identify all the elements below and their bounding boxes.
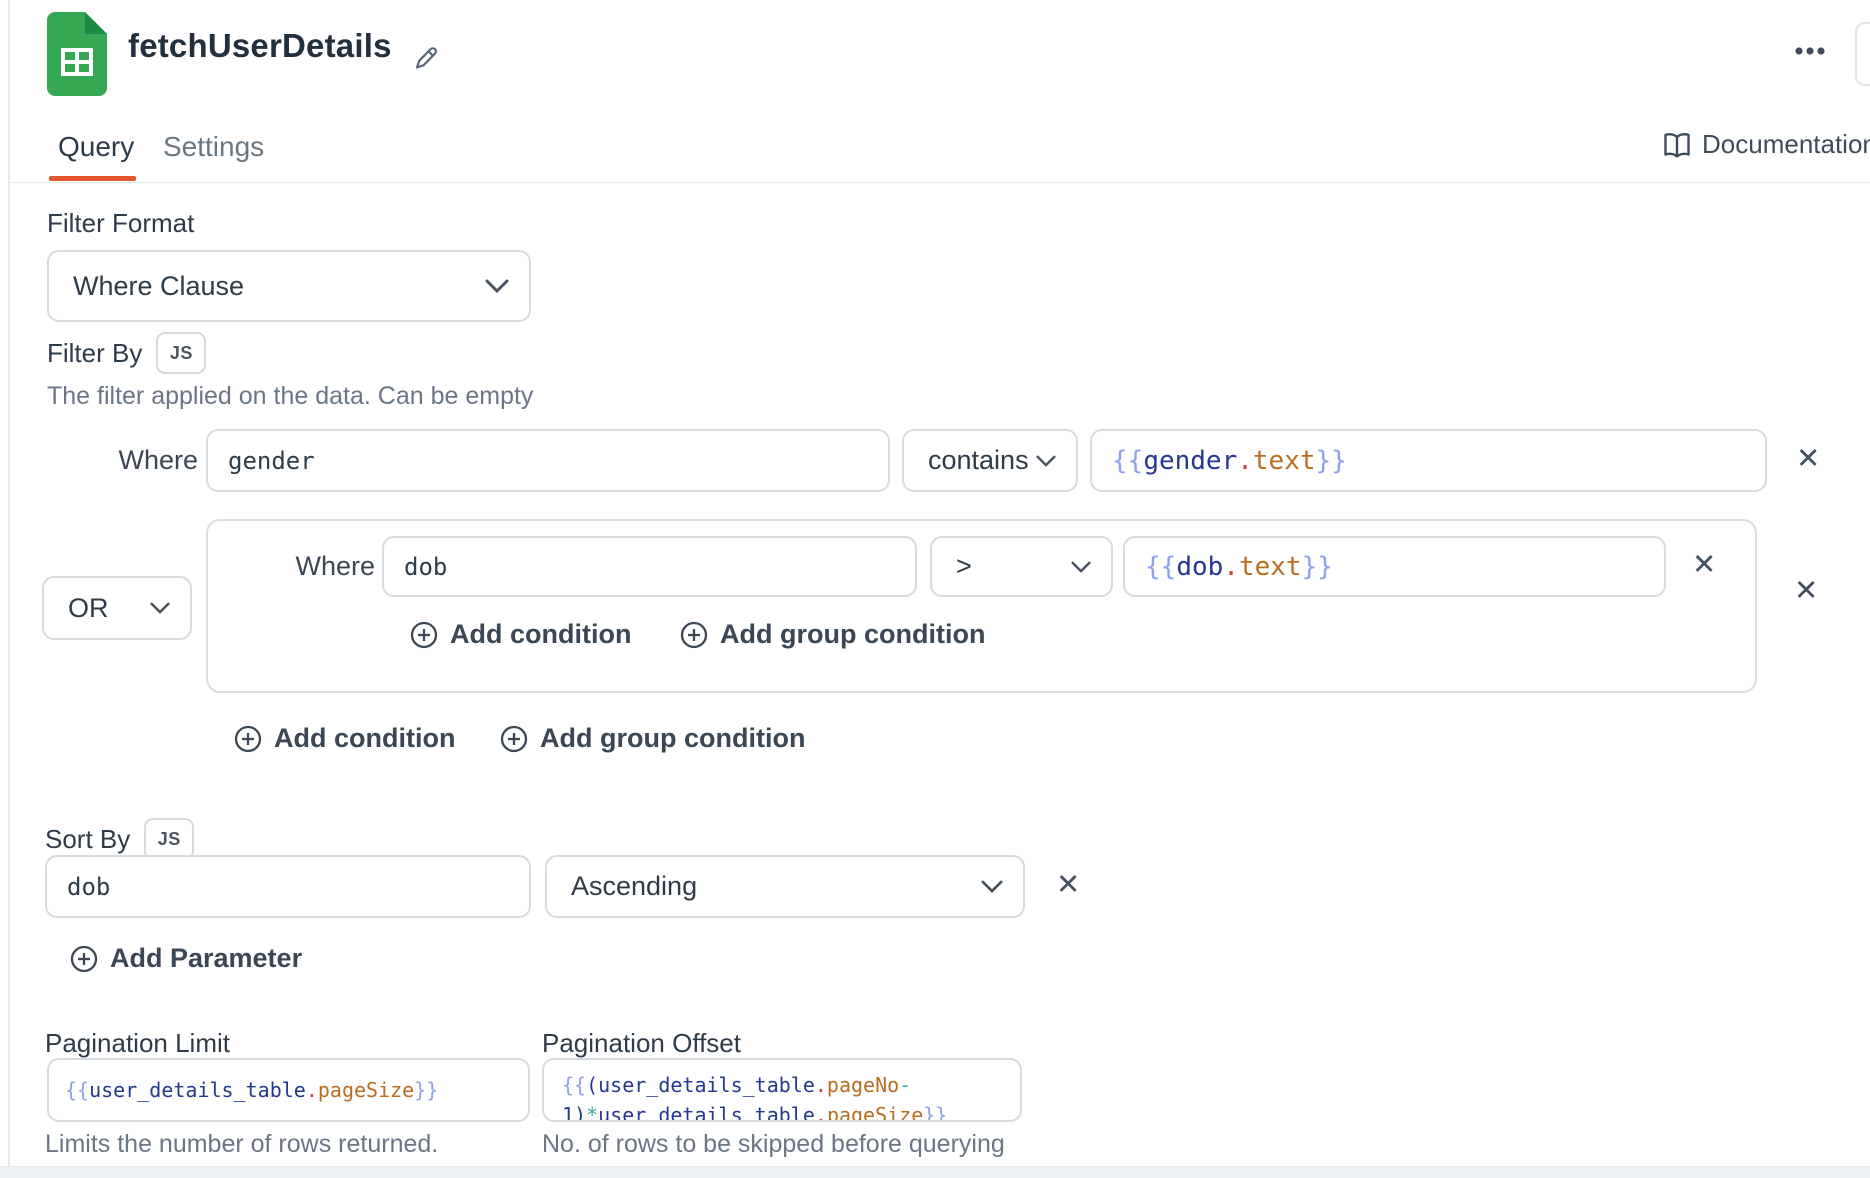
group-condition-key-input[interactable]: dob	[382, 536, 917, 597]
add-group-condition-label: Add group condition	[720, 619, 985, 650]
delete-group-condition-button[interactable]: ✕	[1692, 550, 1716, 579]
condition-operator-select[interactable]: contains	[902, 429, 1078, 492]
group-join-select[interactable]: OR	[42, 576, 192, 640]
sort-by-label: Sort By	[45, 824, 130, 854]
group-condition-operator-value: >	[956, 551, 972, 582]
book-icon	[1662, 130, 1692, 160]
pagination-offset-code-line1: {{(user_details_table.pageNo-	[562, 1070, 1002, 1100]
condition-operator-value: contains	[928, 445, 1029, 476]
plus-circle-icon	[234, 725, 262, 753]
pagination-limit-input[interactable]: {{user_details_table.pageSize}}	[47, 1058, 530, 1122]
sort-column-input[interactable]: dob	[45, 855, 531, 918]
group-condition-value-input[interactable]: {{dob.text}}	[1123, 536, 1666, 597]
add-condition-label: Add condition	[274, 723, 455, 754]
filter-format-label: Filter Format	[47, 208, 194, 238]
tabs-bottom-border	[10, 182, 1870, 183]
filter-format-select[interactable]: Where Clause	[47, 250, 531, 322]
delete-sort-button[interactable]: ✕	[1056, 870, 1080, 899]
bottom-panel-edge	[0, 1166, 1870, 1178]
documentation-label: Documentation	[1702, 129, 1870, 160]
edit-title-button[interactable]	[412, 44, 440, 72]
sort-order-value: Ascending	[571, 871, 697, 902]
add-condition-label: Add condition	[450, 619, 631, 650]
add-parameter-label: Add Parameter	[110, 943, 302, 974]
filter-by-help-text: The filter applied on the data. Can be e…	[47, 382, 533, 410]
sort-column-value: dob	[67, 873, 110, 901]
filter-by-label: Filter By	[47, 338, 142, 368]
condition-key-input[interactable]: gender	[206, 429, 890, 492]
plus-circle-icon	[410, 621, 438, 649]
query-editor-page: fetchUserDetails Query Settings	[0, 0, 1870, 1178]
left-panel-divider	[8, 0, 10, 1178]
pagination-offset-label: Pagination Offset	[542, 1028, 741, 1058]
chevron-down-icon	[1036, 455, 1056, 467]
page-title: fetchUserDetails	[128, 27, 392, 65]
pencil-icon	[412, 44, 440, 72]
group-condition-key-value: dob	[404, 553, 447, 581]
sort-by-js-toggle[interactable]: JS	[144, 818, 194, 860]
more-menu-button[interactable]	[1794, 46, 1826, 56]
add-group-condition-label: Add group condition	[540, 723, 805, 754]
condition-group-box: Where dob > {{dob.text}} ✕ Add condition	[206, 519, 1757, 693]
tab-query[interactable]: Query	[58, 133, 134, 161]
group-add-condition-button[interactable]: Add condition	[410, 619, 631, 650]
group-condition-value-code: {{dob.text}}	[1145, 552, 1333, 582]
pagination-limit-code: {{user_details_table.pageSize}}	[65, 1075, 438, 1105]
group-join-value: OR	[68, 593, 109, 624]
pagination-limit-label: Pagination Limit	[45, 1028, 230, 1058]
active-tab-underline	[49, 176, 136, 181]
google-sheets-icon	[47, 12, 107, 96]
condition-key-value: gender	[228, 447, 315, 475]
pagination-offset-help: No. of rows to be skipped before queryin…	[542, 1130, 1005, 1158]
chevron-down-icon	[485, 279, 509, 293]
group-condition-operator-select[interactable]: >	[930, 536, 1113, 597]
condition-value-input[interactable]: {{gender.text}}	[1090, 429, 1767, 492]
documentation-link[interactable]: Documentation	[1656, 128, 1870, 161]
tab-settings[interactable]: Settings	[163, 133, 264, 161]
plus-circle-icon	[680, 621, 708, 649]
add-group-condition-button[interactable]: Add group condition	[500, 723, 805, 754]
chevron-down-icon	[981, 880, 1003, 893]
chevron-down-icon	[1071, 561, 1091, 573]
run-button-partial[interactable]	[1855, 22, 1870, 86]
chevron-down-icon	[150, 602, 170, 614]
condition-value-code: {{gender.text}}	[1112, 446, 1347, 476]
plus-circle-icon	[500, 725, 528, 753]
where-label: Where	[293, 536, 375, 597]
pagination-limit-help: Limits the number of rows returned.	[45, 1130, 438, 1158]
filter-format-value: Where Clause	[73, 271, 244, 302]
delete-group-button[interactable]: ✕	[1794, 576, 1818, 605]
plus-circle-icon	[70, 945, 98, 973]
more-menu-icon	[1794, 46, 1826, 56]
where-label: Where	[80, 429, 198, 492]
add-parameter-button[interactable]: Add Parameter	[70, 943, 302, 974]
group-add-group-condition-button[interactable]: Add group condition	[680, 619, 985, 650]
filter-by-js-toggle[interactable]: JS	[156, 332, 206, 374]
pagination-offset-code-line2: 1)*user_details_table.pageSize}}	[562, 1100, 1002, 1122]
pagination-offset-input[interactable]: {{(user_details_table.pageNo- 1)*user_de…	[542, 1058, 1022, 1122]
add-condition-button[interactable]: Add condition	[234, 723, 455, 754]
sort-order-select[interactable]: Ascending	[545, 855, 1025, 918]
delete-condition-button[interactable]: ✕	[1796, 444, 1820, 473]
